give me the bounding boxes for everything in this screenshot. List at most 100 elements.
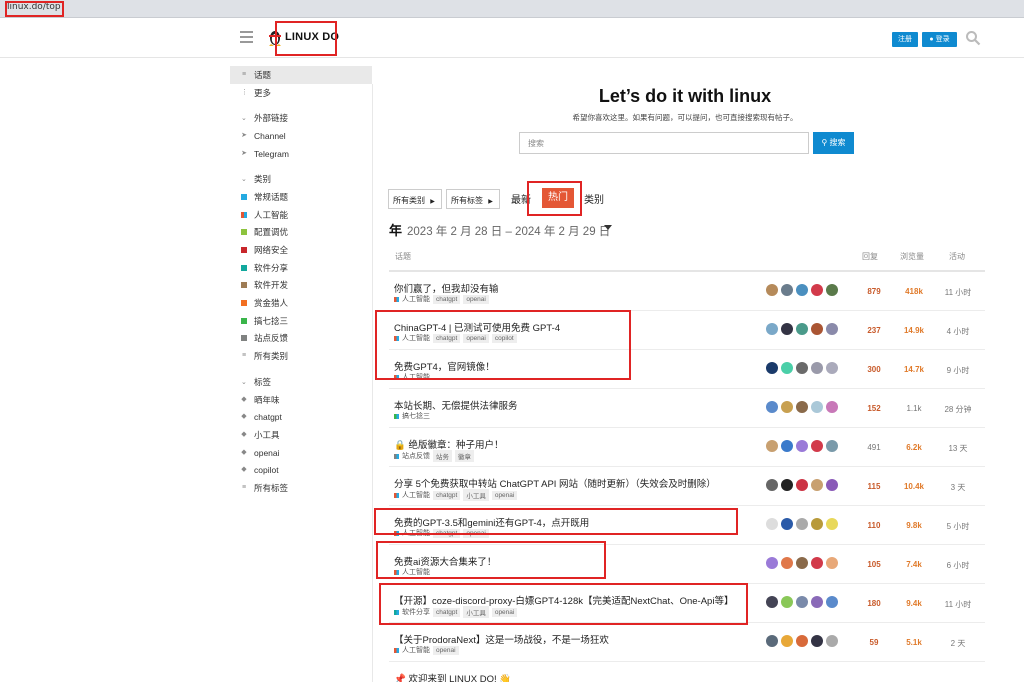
search-input[interactable]: 搜索 bbox=[519, 132, 809, 154]
avatar[interactable] bbox=[811, 440, 823, 452]
avatar[interactable] bbox=[766, 284, 778, 296]
tags-dropdown[interactable]: 所有标签 ▶ bbox=[446, 189, 500, 209]
avatar[interactable] bbox=[796, 596, 808, 608]
topic-activity[interactable]: 5 小时 bbox=[939, 521, 977, 532]
sidebar-item-tag[interactable]: ◆ 晒年味 bbox=[230, 391, 372, 409]
nav-latest[interactable]: 最新 bbox=[511, 191, 531, 206]
topic-row[interactable]: 免费GPT4，官网镜像！ 人工智能 300 14.7k 9 小时 bbox=[389, 350, 985, 389]
avatar[interactable] bbox=[781, 440, 793, 452]
topic-row[interactable]: ChinaGPT-4 | 已测试可使用免费 GPT-4 人工智能 chatgpt op… bbox=[389, 311, 985, 350]
header-topic[interactable]: 话题 bbox=[395, 251, 411, 262]
caret-down-icon[interactable] bbox=[604, 225, 612, 230]
categories-dropdown[interactable]: 所有类别 ▶ bbox=[388, 189, 442, 209]
topic-row[interactable]: 📌 欢迎来到 LINUX DO! 👋 bbox=[389, 662, 985, 682]
avatar[interactable] bbox=[766, 479, 778, 491]
sidebar-section-tags[interactable]: ⌄ 标签 bbox=[230, 373, 372, 391]
avatar[interactable] bbox=[826, 401, 838, 413]
sidebar-item-telegram[interactable]: ➤ Telegram bbox=[230, 145, 372, 163]
browser-url-bar[interactable]: linux.do/top bbox=[0, 0, 1024, 18]
avatar[interactable] bbox=[781, 479, 793, 491]
sidebar-item-category[interactable]: 站点反馈 bbox=[230, 330, 372, 348]
topic-row[interactable]: 你们赢了，但我却没有输 人工智能 chatgpt openai 879 418k 11 小时 bbox=[389, 272, 985, 311]
avatar[interactable] bbox=[796, 557, 808, 569]
topic-activity[interactable]: 13 天 bbox=[939, 443, 977, 454]
topic-title[interactable]: 【开源】coze-discord-proxy-白嫖GPT4-128k【完美适配N… bbox=[394, 593, 733, 607]
period-selector[interactable]: 年 2023 年 2 月 28 日 – 2024 年 2 月 29 日 bbox=[389, 220, 610, 239]
avatar[interactable] bbox=[766, 635, 778, 647]
avatar[interactable] bbox=[811, 323, 823, 335]
topic-title[interactable]: 分享 5个免费获取中转站 ChatGPT API 网站（随时更新）（失效会及时删… bbox=[394, 476, 716, 490]
topic-tag[interactable]: chatgpt bbox=[433, 490, 461, 500]
topic-tag[interactable]: openai bbox=[463, 294, 489, 304]
avatar[interactable] bbox=[826, 635, 838, 647]
topic-category[interactable]: 人工智能 bbox=[402, 528, 430, 538]
topic-activity[interactable]: 6 小时 bbox=[939, 560, 977, 571]
sidebar-item-category[interactable]: 软件开发 bbox=[230, 277, 372, 295]
header-activity[interactable]: 活动 bbox=[949, 251, 965, 262]
topic-row[interactable]: 🔒 绝版徽章：种子用户！ 站点反馈 站务 徽章 491 6.2k 13 天 bbox=[389, 428, 985, 467]
sidebar-item-tag[interactable]: ◆ chatgpt bbox=[230, 408, 372, 426]
avatar[interactable] bbox=[811, 518, 823, 530]
topic-activity[interactable]: 2 天 bbox=[939, 638, 977, 649]
login-button[interactable]: ● 登录 bbox=[922, 32, 957, 47]
avatar[interactable] bbox=[796, 635, 808, 647]
topic-title[interactable]: 你们赢了，但我却没有输 bbox=[394, 281, 499, 295]
sidebar-item-topics[interactable]: ≡ 话题 bbox=[230, 66, 372, 84]
topic-tag[interactable]: openai bbox=[491, 490, 518, 500]
avatar[interactable] bbox=[781, 557, 793, 569]
sidebar-item-all-categories[interactable]: ≡ 所有类别 bbox=[230, 347, 372, 365]
avatar[interactable] bbox=[766, 518, 778, 530]
avatar[interactable] bbox=[811, 284, 823, 296]
topic-tag[interactable]: openai bbox=[433, 645, 459, 655]
avatar[interactable] bbox=[766, 323, 778, 335]
avatar[interactable] bbox=[811, 401, 823, 413]
avatar[interactable] bbox=[781, 284, 793, 296]
sidebar-section-external[interactable]: ⌄ 外部链接 bbox=[230, 109, 372, 127]
sidebar-item-tag[interactable]: ◆ 小工具 bbox=[230, 426, 372, 444]
topic-row[interactable]: 免费的GPT-3.5和gemini还有GPT-4，点开既用 人工智能 chatgpt… bbox=[389, 506, 985, 545]
avatar[interactable] bbox=[766, 557, 778, 569]
topic-tag[interactable]: chatgpt bbox=[433, 528, 461, 538]
topic-title[interactable]: 本站长期、无偿提供法律服务 bbox=[394, 398, 518, 412]
avatar[interactable] bbox=[781, 518, 793, 530]
topic-category[interactable]: 人工智能 bbox=[402, 490, 430, 500]
topic-tag[interactable]: openai bbox=[491, 607, 518, 617]
avatar[interactable] bbox=[796, 440, 808, 452]
topic-tag[interactable]: copilot bbox=[491, 333, 517, 343]
sidebar-item-all-tags[interactable]: ≡ 所有标签 bbox=[230, 479, 372, 497]
sidebar-item-category[interactable]: 常规话题 bbox=[230, 188, 372, 206]
avatar[interactable] bbox=[781, 401, 793, 413]
search-icon[interactable] bbox=[965, 30, 981, 46]
avatar[interactable] bbox=[826, 440, 838, 452]
hamburger-menu-icon[interactable] bbox=[240, 31, 253, 43]
avatar[interactable] bbox=[796, 362, 808, 374]
topic-tag[interactable]: openai bbox=[463, 528, 489, 538]
avatar[interactable] bbox=[796, 284, 808, 296]
avatar[interactable] bbox=[796, 401, 808, 413]
url-text[interactable]: linux.do/top bbox=[7, 2, 61, 12]
avatar[interactable] bbox=[826, 518, 838, 530]
topic-tag[interactable]: 站务 bbox=[433, 450, 452, 462]
avatar[interactable] bbox=[811, 596, 823, 608]
avatar[interactable] bbox=[796, 518, 808, 530]
topic-row[interactable]: 免费ai资源大合集来了！ 人工智能 105 7.4k 6 小时 bbox=[389, 545, 985, 584]
topic-title[interactable]: 免费的GPT-3.5和gemini还有GPT-4，点开既用 bbox=[394, 515, 589, 529]
search-button[interactable]: ⚲ 搜索 bbox=[813, 132, 854, 154]
topic-tag[interactable]: chatgpt bbox=[433, 333, 461, 343]
topic-activity[interactable]: 3 天 bbox=[939, 482, 977, 493]
sidebar-item-category[interactable]: 软件分享 bbox=[230, 259, 372, 277]
sidebar-item-tag[interactable]: ◆ openai bbox=[230, 444, 372, 462]
topic-category[interactable]: 人工智能 bbox=[402, 645, 430, 655]
sidebar-item-category[interactable]: 赏金猎人 bbox=[230, 294, 372, 312]
sidebar-item-more[interactable]: ⋮ 更多 bbox=[230, 84, 372, 102]
avatar[interactable] bbox=[781, 635, 793, 647]
topic-activity[interactable]: 9 小时 bbox=[939, 365, 977, 376]
topic-category[interactable]: 站点反馈 bbox=[402, 451, 430, 461]
topic-tag[interactable]: 徽章 bbox=[455, 450, 474, 462]
topic-title[interactable]: 免费GPT4，官网镜像！ bbox=[394, 359, 495, 373]
nav-categories[interactable]: 类别 bbox=[584, 191, 604, 206]
topic-tag[interactable]: chatgpt bbox=[433, 607, 461, 617]
sidebar-item-tag[interactable]: ◆ copilot bbox=[230, 461, 372, 479]
avatar[interactable] bbox=[826, 479, 838, 491]
header-views[interactable]: 浏览量 bbox=[900, 251, 924, 262]
